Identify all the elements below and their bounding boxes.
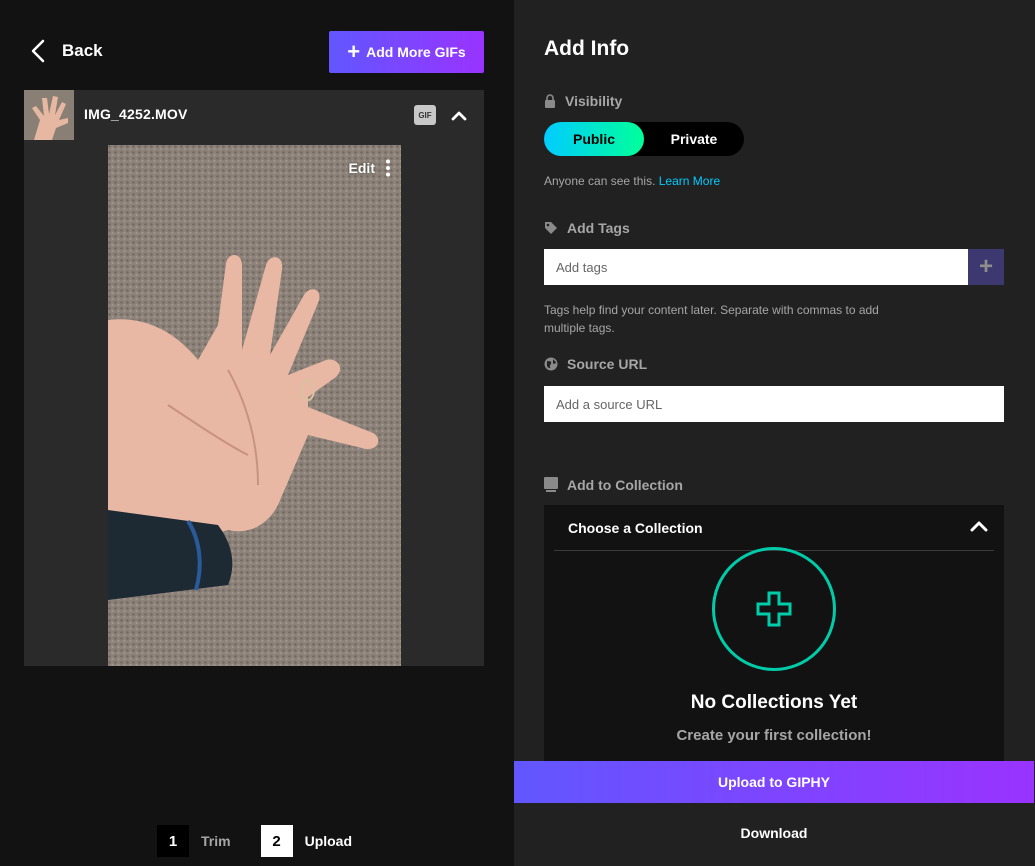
visibility-helper-text: Anyone can see this.: [544, 174, 656, 188]
collection-label: Add to Collection: [567, 477, 683, 493]
upload-to-giphy-button[interactable]: Upload to GIPHY: [514, 761, 1034, 803]
back-button[interactable]: Back: [28, 38, 103, 64]
collapse-button[interactable]: [450, 104, 468, 126]
file-thumbnail: [24, 90, 74, 140]
plus-icon: +: [978, 253, 993, 280]
hand-photo: [108, 145, 401, 666]
step-1-label[interactable]: Trim: [201, 833, 231, 849]
download-button[interactable]: Download: [514, 812, 1034, 854]
page-title: Add Info: [544, 37, 630, 60]
globe-icon: [544, 357, 558, 371]
add-more-label: Add More GIFs: [366, 44, 466, 60]
add-more-gifs-button[interactable]: + Add More GIFs: [329, 31, 484, 73]
tags-helper-line-2: multiple tags.: [544, 321, 615, 335]
tags-input[interactable]: [544, 249, 968, 285]
plus-outline-icon: [756, 591, 792, 627]
choose-collection-dropdown[interactable]: Choose a Collection: [554, 505, 994, 551]
tag-icon: [545, 222, 557, 234]
collection-icon: [544, 477, 558, 492]
chevron-left-icon: [31, 39, 45, 63]
learn-more-link[interactable]: Learn More: [659, 174, 720, 188]
plus-icon: +: [347, 39, 361, 64]
create-collection-button[interactable]: [712, 547, 836, 671]
source-label-row: Source URL: [544, 356, 647, 372]
tags-helper: Tags help find your content later. Separ…: [544, 301, 879, 337]
tags-label: Add Tags: [567, 220, 630, 236]
tags-label-row: Add Tags: [544, 220, 630, 236]
tags-helper-line-1: Tags help find your content later. Separ…: [544, 303, 879, 317]
choose-collection-label: Choose a Collection: [568, 520, 703, 536]
visibility-public-option[interactable]: Public: [544, 122, 644, 156]
file-name: IMG_4252.MOV: [84, 106, 188, 122]
gif-badge: GIF: [414, 105, 436, 125]
step-1-number[interactable]: 1: [157, 825, 189, 857]
upload-item-card: IMG_4252.MOV GIF Edit: [24, 90, 484, 666]
collection-label-row: Add to Collection: [544, 477, 683, 493]
edit-label: Edit: [348, 160, 375, 176]
lock-icon: [545, 94, 555, 108]
visibility-private-option[interactable]: Private: [644, 122, 744, 156]
visibility-toggle: Public Private: [544, 122, 744, 156]
back-label: Back: [62, 41, 103, 60]
visibility-label: Visibility: [565, 93, 623, 109]
source-label: Source URL: [567, 356, 648, 372]
visibility-label-row: Visibility: [544, 93, 622, 109]
upload-item-header: IMG_4252.MOV GIF: [24, 90, 484, 140]
more-vertical-icon: [386, 159, 390, 177]
step-2-label[interactable]: Upload: [305, 833, 352, 849]
no-collections-title: No Collections Yet: [690, 692, 858, 713]
create-first-collection-text: Create your first collection!: [676, 727, 872, 744]
visibility-helper: Anyone can see this. Learn More: [544, 172, 720, 190]
right-panel: Add Info Visibility Public Private Anyon…: [514, 0, 1035, 866]
chevron-up-icon: [970, 521, 988, 532]
edit-button[interactable]: Edit: [349, 159, 391, 177]
collection-panel: Choose a Collection No Collections Yet C…: [544, 505, 1004, 761]
left-panel: Back + Add More GIFs IMG_4252.MOV GIF Ed…: [0, 0, 514, 866]
video-preview: Edit: [108, 145, 401, 666]
chevron-up-icon: [451, 111, 467, 121]
source-url-input[interactable]: [544, 386, 1004, 422]
step-2-number[interactable]: 2: [260, 825, 293, 857]
step-indicator: 1 Trim 2 Upload: [157, 825, 352, 857]
add-tag-button[interactable]: +: [968, 249, 1004, 285]
